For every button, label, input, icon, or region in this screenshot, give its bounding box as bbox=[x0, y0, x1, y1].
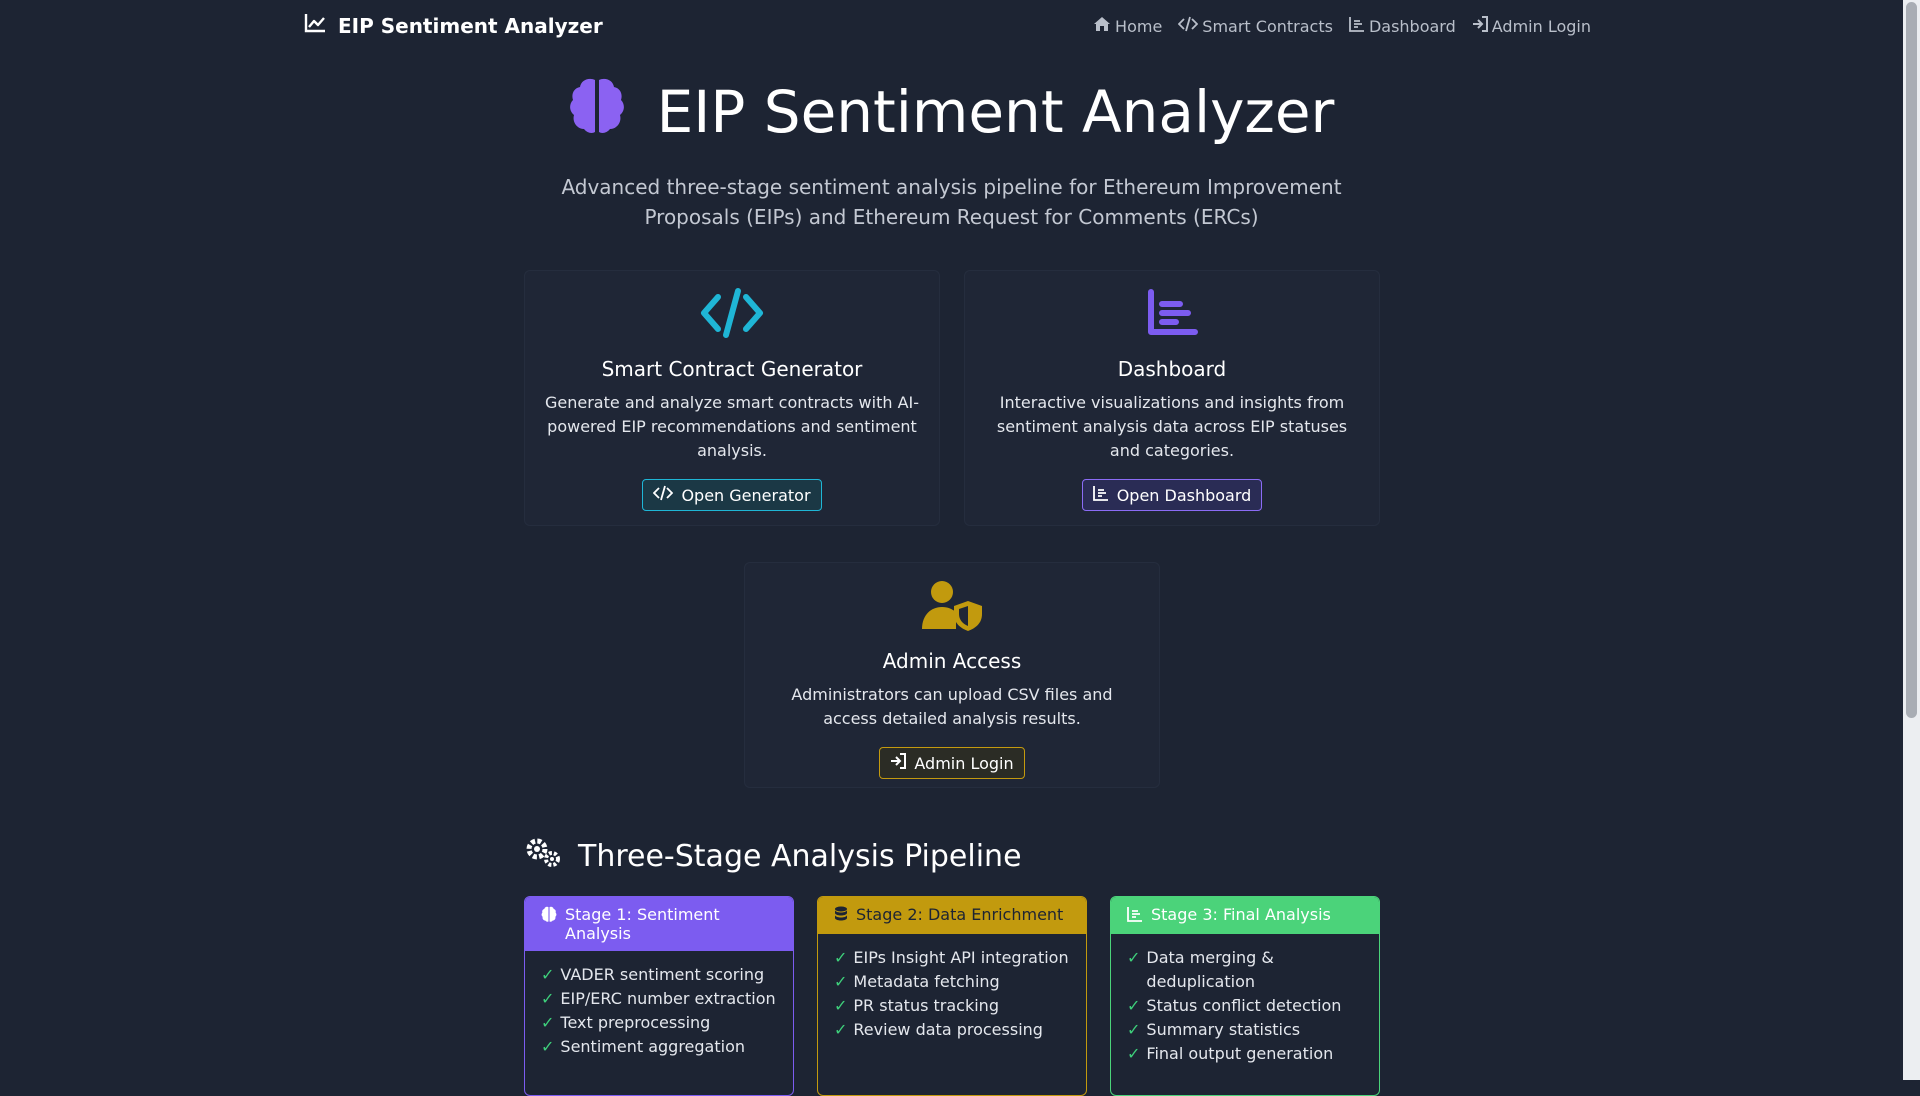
check-icon: ✓ bbox=[1127, 948, 1141, 967]
stage-1-header: Stage 1: Sentiment Analysis bbox=[525, 897, 793, 951]
check-icon: ✓ bbox=[1127, 1044, 1141, 1063]
list-item: ✓ Text preprocessing bbox=[541, 1011, 777, 1035]
admin-title: Admin Access bbox=[882, 649, 1022, 673]
stage-1-title: Stage 1: Sentiment Analysis bbox=[565, 905, 720, 943]
list-item: ✓ EIPs Insight API integration bbox=[834, 946, 1070, 970]
hero: EIP Sentiment Analyzer Advanced three-st… bbox=[0, 76, 1903, 232]
nav-home[interactable]: Home bbox=[1093, 16, 1162, 36]
check-icon: ✓ bbox=[541, 1037, 555, 1056]
database-icon bbox=[834, 906, 848, 926]
sign-in-icon bbox=[890, 753, 907, 773]
list-item: ✓ Final output generation bbox=[1127, 1042, 1363, 1066]
stage-1-list: ✓ VADER sentiment scoring ✓ EIP/ERC number… bbox=[525, 963, 793, 1059]
page-title: EIP Sentiment Analyzer bbox=[656, 78, 1335, 146]
list-item: ✓ VADER sentiment scoring bbox=[541, 963, 777, 987]
admin-login-label: Admin Login bbox=[914, 753, 1014, 773]
brand[interactable]: EIP Sentiment Analyzer bbox=[304, 13, 603, 38]
admin-login-button[interactable]: Admin Login bbox=[879, 747, 1025, 779]
list-item: ✓ Review data processing bbox=[834, 1018, 1070, 1042]
open-generator-label: Open Generator bbox=[681, 485, 811, 505]
brain-icon bbox=[541, 906, 557, 926]
admin-card: Admin Access Administrators can upload C… bbox=[744, 562, 1160, 788]
generator-text: Generate and analyze smart contracts wit… bbox=[545, 393, 919, 460]
stage-2-title: Stage 2: Data Enrichment bbox=[856, 905, 1064, 924]
generator-card: Smart Contract Generator Generate and an… bbox=[524, 270, 940, 526]
list-item: ✓ Metadata fetching bbox=[834, 970, 1070, 994]
stage-2-card: Stage 2: Data Enrichment ✓ EIPs Insight A… bbox=[817, 896, 1087, 1096]
open-dashboard-button[interactable]: Open Dashboard bbox=[1081, 479, 1263, 511]
list-item: ✓ PR status tracking bbox=[834, 994, 1070, 1018]
list-item: ✓ Summary statistics bbox=[1127, 1018, 1363, 1042]
nav-smart-contracts-label: Smart Contracts bbox=[1202, 16, 1333, 36]
code-icon bbox=[1178, 16, 1199, 36]
code-icon bbox=[525, 287, 939, 339]
brain-icon bbox=[569, 76, 625, 148]
stage-3-card: Stage 3: Final Analysis ✓ Data merging & … bbox=[1110, 896, 1380, 1096]
dashboard-title: Dashboard bbox=[1117, 357, 1227, 381]
check-icon: ✓ bbox=[541, 1013, 555, 1032]
vertical-scrollbar[interactable] bbox=[1903, 0, 1920, 1080]
list-item: ✓ EIP/ERC number extraction bbox=[541, 987, 777, 1011]
dashboard-text: Interactive visualizations and insights … bbox=[996, 393, 1348, 460]
generator-title: Smart Contract Generator bbox=[601, 357, 863, 381]
user-shield-icon bbox=[745, 579, 1159, 631]
list-item: ✓ Sentiment aggregation bbox=[541, 1035, 777, 1059]
stage-3-list: ✓ Data merging & deduplication ✓ Status co… bbox=[1111, 946, 1379, 1066]
pipeline-title: Three-Stage Analysis Pipeline bbox=[578, 838, 1022, 874]
check-icon: ✓ bbox=[541, 989, 555, 1008]
chart-icon bbox=[965, 287, 1379, 339]
chart-icon bbox=[1092, 485, 1109, 505]
line-chart-icon bbox=[304, 13, 338, 38]
code-icon bbox=[653, 485, 674, 505]
nav-admin-login[interactable]: Admin Login bbox=[1472, 16, 1591, 36]
stage-1-card: Stage 1: Sentiment Analysis ✓ VADER senti… bbox=[524, 896, 794, 1096]
pipeline-heading: Three-Stage Analysis Pipeline bbox=[524, 836, 1022, 876]
admin-text: Administrators can upload CSV files and … bbox=[791, 685, 1113, 728]
stage-2-header: Stage 2: Data Enrichment bbox=[818, 897, 1086, 934]
list-item: ✓ Data merging & deduplication bbox=[1127, 946, 1363, 994]
chart-icon bbox=[1127, 906, 1143, 926]
stage-3-header: Stage 3: Final Analysis bbox=[1111, 897, 1379, 934]
check-icon: ✓ bbox=[1127, 1020, 1141, 1039]
check-icon: ✓ bbox=[1127, 996, 1141, 1015]
nav-smart-contracts[interactable]: Smart Contracts bbox=[1178, 16, 1333, 36]
scrollbar-thumb[interactable] bbox=[1906, 2, 1917, 718]
nav-home-label: Home bbox=[1115, 16, 1163, 36]
nav-dashboard[interactable]: Dashboard bbox=[1349, 16, 1456, 36]
hero-subtitle: Advanced three-stage sentiment analysis … bbox=[561, 175, 1342, 229]
open-generator-button[interactable]: Open Generator bbox=[642, 479, 822, 511]
open-dashboard-label: Open Dashboard bbox=[1116, 485, 1252, 505]
nav-links: Home Smart Contracts Dashboard Admin Log… bbox=[1093, 16, 1591, 36]
list-item: ✓ Status conflict detection bbox=[1127, 994, 1363, 1018]
check-icon: ✓ bbox=[834, 948, 848, 967]
hero-title-row: EIP Sentiment Analyzer bbox=[0, 76, 1903, 148]
navbar: EIP Sentiment Analyzer Home Smart Contra… bbox=[0, 0, 1903, 56]
check-icon: ✓ bbox=[834, 996, 848, 1015]
stage-3-title: Stage 3: Final Analysis bbox=[1151, 905, 1331, 924]
stage-2-list: ✓ EIPs Insight API integration ✓ Metadata … bbox=[818, 946, 1086, 1042]
cogs-icon bbox=[524, 836, 562, 876]
dashboard-card: Dashboard Interactive visualizations and… bbox=[964, 270, 1380, 526]
brand-name: EIP Sentiment Analyzer bbox=[338, 13, 603, 38]
nav-dashboard-label: Dashboard bbox=[1368, 16, 1456, 36]
check-icon: ✓ bbox=[834, 972, 848, 991]
home-icon bbox=[1093, 16, 1111, 36]
nav-admin-login-label: Admin Login bbox=[1491, 16, 1591, 36]
sign-in-icon bbox=[1472, 16, 1488, 36]
check-icon: ✓ bbox=[541, 965, 555, 984]
chart-icon bbox=[1349, 16, 1365, 36]
check-icon: ✓ bbox=[834, 1020, 848, 1039]
